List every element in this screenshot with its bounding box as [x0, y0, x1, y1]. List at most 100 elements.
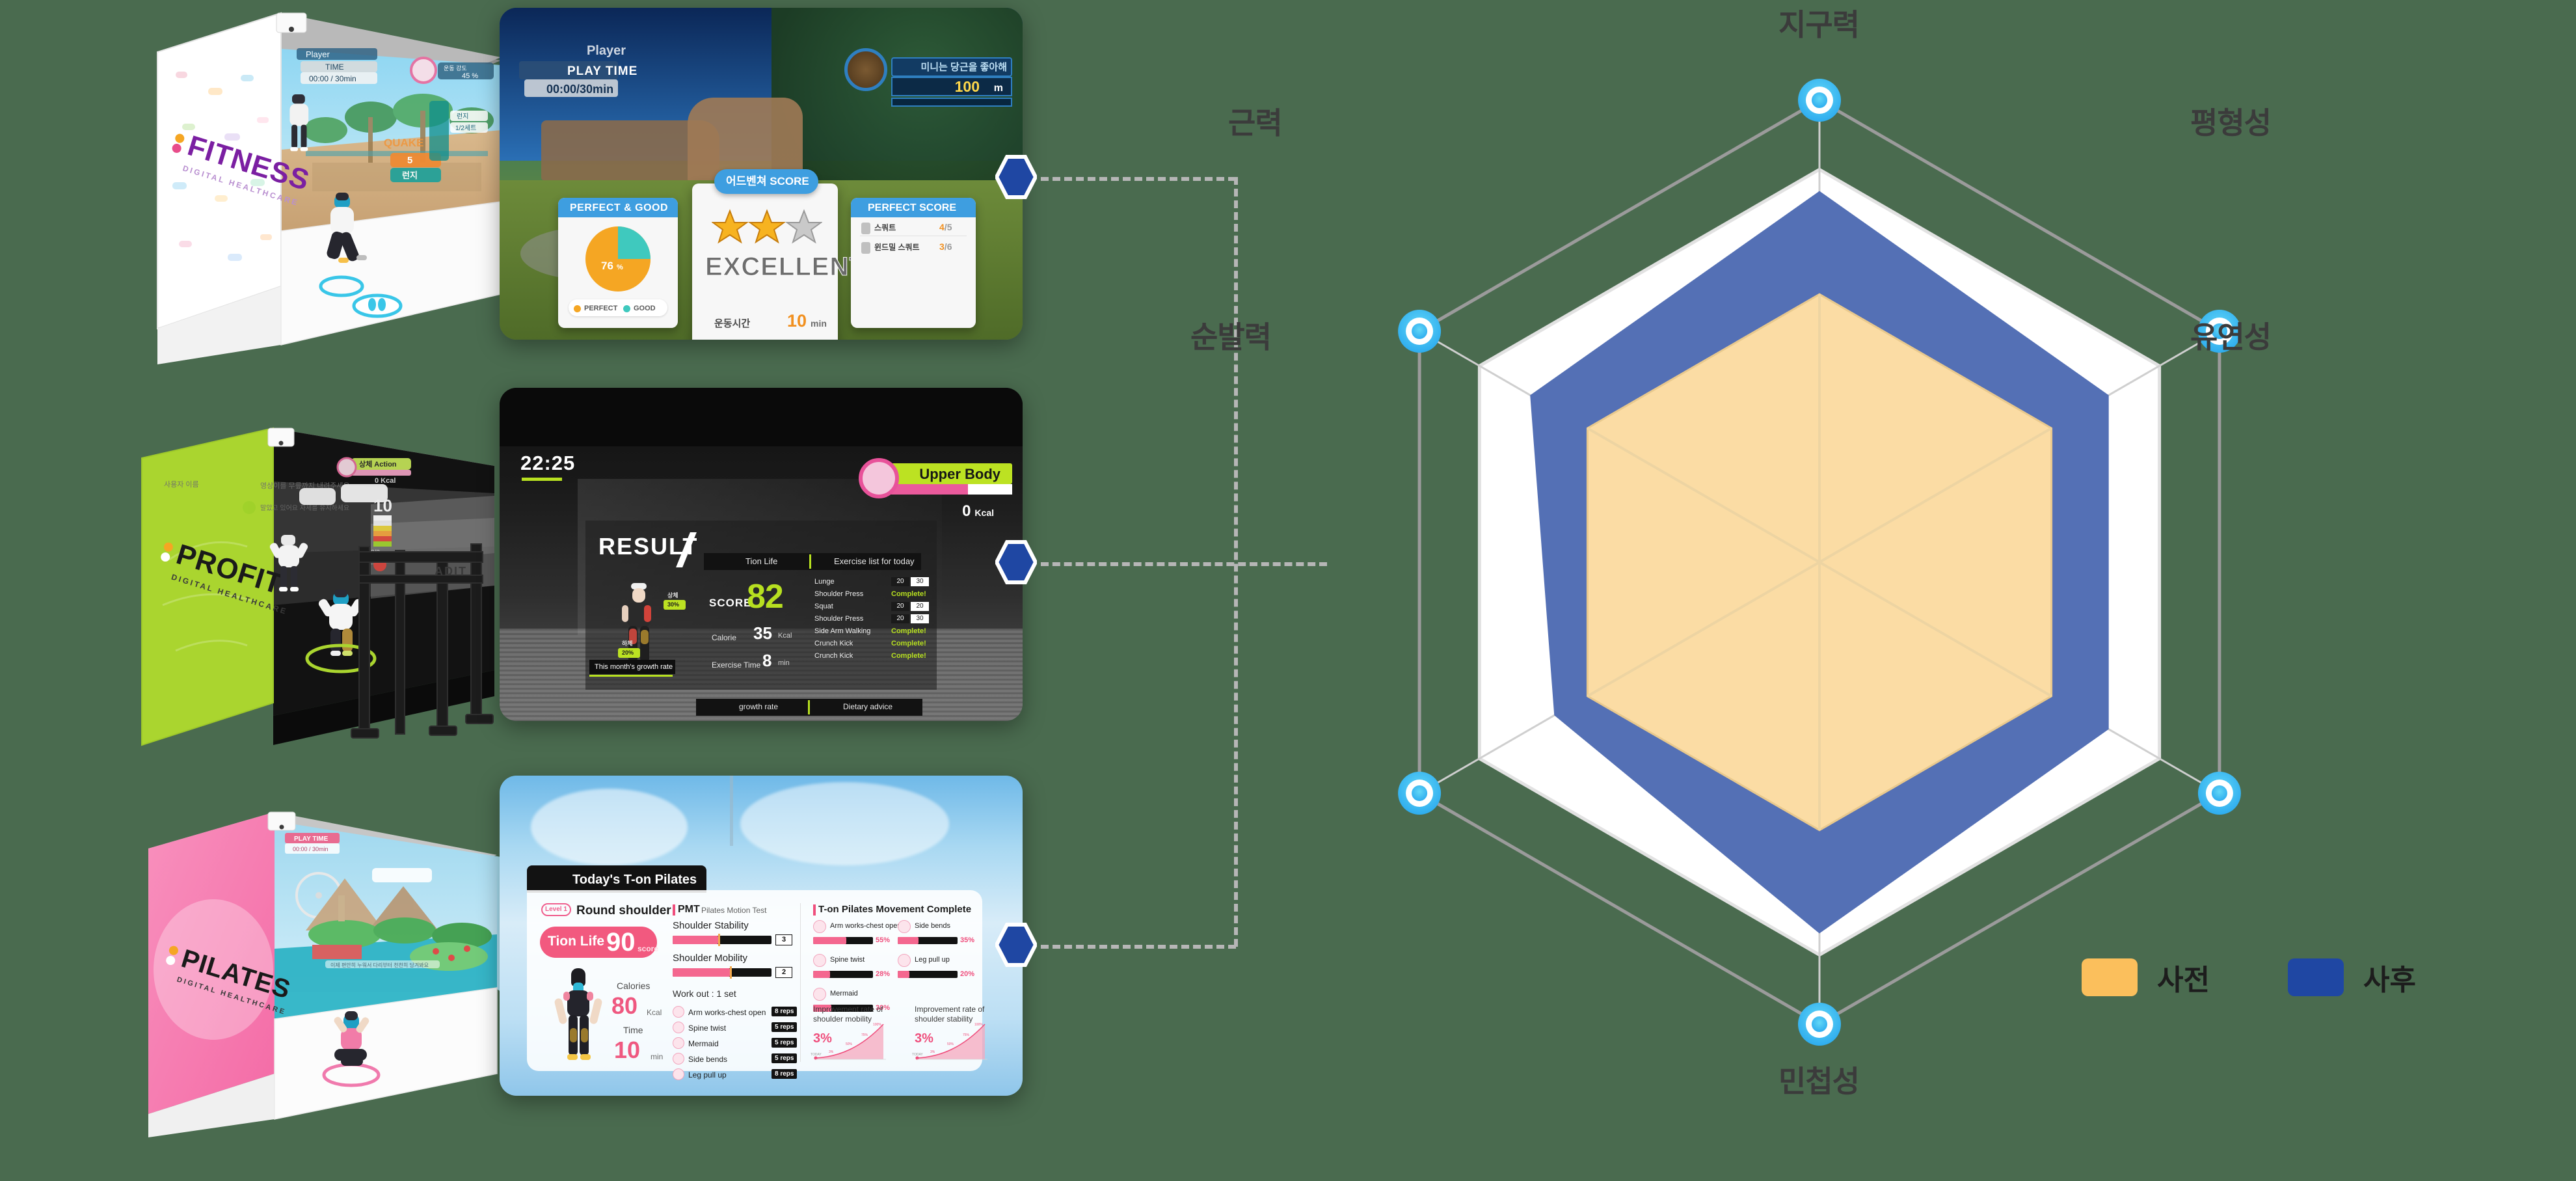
exercise-icon-squat — [861, 223, 870, 234]
complete-rows: Arm works-chest open 55% Side bends 35% … — [813, 920, 976, 1018]
growth-caption: This month's growth rate — [595, 663, 673, 671]
complete-bar — [813, 971, 873, 978]
complete-pct: 28% — [876, 970, 891, 978]
svg-text:TIME: TIME — [325, 62, 344, 72]
connector-node-profit[interactable] — [995, 538, 1037, 586]
connector-dash-trunk — [1234, 177, 1238, 947]
perfect-score-row-0-label: 스쿼트 — [874, 223, 896, 232]
pilates-score-brand: Tion Life — [548, 934, 605, 949]
pilates-score-unit: score — [637, 944, 659, 953]
pilates-metric-0-value: 80 — [611, 992, 638, 1019]
pmt-rows: Shoulder Stability 3 Shoulder Mobility 2 — [673, 920, 796, 985]
hud-play-time-label: PLAY TIME — [567, 64, 638, 78]
workout-icon — [673, 1053, 684, 1065]
exercise-goal: 30 — [911, 614, 929, 623]
exercise-name: Shoulder Press — [814, 615, 864, 623]
exercise-row: Shoulder Press 20 30 — [814, 614, 932, 626]
hud-mission: 미니는 당근을 좋아해 — [920, 62, 1007, 73]
screenshot-adventure[interactable]: Player PLAY TIME 00:00/30min 미니는 당근을 좋아해… — [500, 8, 1023, 340]
exercise-name: Side Arm Walking — [814, 627, 871, 635]
pilates-level-name: Round shoulder — [576, 904, 671, 917]
workout-name: Arm works-chest open — [688, 1008, 766, 1017]
workout-reps: 8 reps — [771, 1007, 798, 1016]
exercise-status: Complete! — [891, 640, 926, 647]
perfect-score-row-1-value: 3/6 — [939, 241, 952, 252]
workout-reps: 5 reps — [771, 1038, 798, 1048]
exercise-row: Crunch Kick Complete! — [814, 638, 932, 651]
pilates-metric-1-unit: min — [651, 1052, 664, 1061]
workout-icon — [673, 1006, 684, 1018]
legend-dot-perfect — [574, 305, 581, 312]
svg-text:사용자 이름: 사용자 이름 — [164, 480, 199, 489]
pmt-label: Shoulder Mobility — [673, 953, 748, 964]
booth-fitness: FITNESS DIGITAL HEALTHCARE Player TIME 0… — [111, 0, 514, 403]
svg-text:00:00 / 30min: 00:00 / 30min — [309, 74, 356, 83]
svg-text:45 %: 45 % — [462, 72, 478, 80]
stars-rating — [712, 209, 822, 244]
workout-name: Side bends — [688, 1055, 728, 1064]
result-tab-left[interactable]: Tion Life — [745, 557, 777, 565]
pilates-title: Today's T-on Pilates — [572, 873, 697, 887]
booth-pilates: PILATES DIGITAL HEALTHCARE PLAY TIME 00:… — [111, 781, 514, 1145]
connector-dash-bottom — [1041, 945, 1236, 949]
result-tab-right[interactable]: Exercise list for today — [834, 557, 915, 565]
complete-name: Side bends — [915, 922, 951, 930]
avatar-tag-1-label: 하체 — [622, 640, 633, 647]
card-perfect-good: PERFECT & GOOD 76 % PERFECT GOOD — [558, 198, 678, 328]
exercise-goal: 20 — [911, 602, 929, 611]
exercise-list: Lunge 20 30 Shoulder Press Complete! Squat… — [814, 577, 932, 663]
grade-excellent: EXCELLENT — [705, 252, 866, 281]
svg-text:100%: 100% — [873, 1023, 881, 1027]
pmt-subtitle: Pilates Motion Test — [701, 906, 767, 915]
result-tab2-left[interactable]: growth rate — [739, 703, 778, 711]
exercise-done: 20 — [891, 577, 909, 586]
exercise-row: Shoulder Press Complete! — [814, 589, 932, 601]
workout-reps: 5 reps — [771, 1022, 798, 1032]
legend-label-good: GOOD — [634, 305, 656, 312]
connector-node-pilates[interactable] — [995, 921, 1037, 969]
complete-name: Mermaid — [830, 990, 858, 998]
pilates-metric-0-label: Calories — [617, 981, 651, 991]
exercise-row: Squat 20 20 — [814, 601, 932, 614]
hud-body-part: Upper Body — [919, 466, 1000, 482]
booth-profit: PROFIT DIGITAL HEALTHCARE 사용자 이름 영상이를 무릎… — [65, 390, 514, 755]
pilates-metric-1-label: Time — [623, 1025, 643, 1035]
complete-pct: 35% — [960, 936, 975, 944]
screenshot-pilates[interactable]: Today's T-on Pilates Level 1 Round shoul… — [500, 776, 1023, 1096]
diagram-canvas: FITNESS DIGITAL HEALTHCARE Player TIME 0… — [0, 0, 2576, 1181]
result-tab2-right[interactable]: Dietary advice — [843, 703, 892, 711]
row-value-exercise-time: 10 — [787, 311, 807, 331]
exercise-row: Lunge 20 30 — [814, 577, 932, 589]
exercise-done: 20 — [891, 614, 909, 623]
svg-text:이제 편안히 누워서 다리부터 천천히 당겨봐요: 이제 편안히 누워서 다리부터 천천히 당겨봐요 — [330, 962, 429, 968]
svg-text:ADIT: ADIT — [435, 565, 467, 578]
perfect-score-row-1-label: 윈드밀 스쿼트 — [874, 243, 920, 252]
workout-icon — [673, 1068, 684, 1080]
complete-bar — [898, 937, 958, 944]
axis-label-1: 평형성 — [2190, 106, 2272, 140]
badge-adventure-score: 어드벤쳐 SCORE — [726, 175, 809, 187]
workout-name: Mermaid — [688, 1039, 719, 1048]
exercise-row: Crunch Kick Complete! — [814, 651, 932, 663]
screenshot-result[interactable]: 22:25 Upper Body 0 Kcal RESULT Tion Life … — [500, 388, 1023, 721]
complete-pct: 20% — [960, 970, 975, 978]
radar-vertex-marker — [1798, 1003, 1841, 1046]
pmt-value: 2 — [775, 967, 792, 978]
connector-node-fitness[interactable] — [995, 153, 1037, 201]
exercise-status: Complete! — [891, 627, 926, 635]
svg-text:QUAKE: QUAKE — [384, 137, 423, 149]
pmt-row: Shoulder Mobility 2 — [673, 953, 796, 985]
svg-text:50%: 50% — [947, 1042, 954, 1046]
stat-0-label: SCORE — [709, 597, 752, 609]
hud-distance-unit: m — [993, 83, 1003, 94]
exercise-status: Complete! — [891, 652, 926, 660]
svg-text:75%: 75% — [963, 1033, 970, 1037]
pmt-value: 3 — [775, 934, 792, 945]
workout-icon — [673, 1037, 684, 1049]
complete-pct: 55% — [876, 936, 891, 944]
complete-name: Arm works-chest open — [830, 922, 902, 930]
avatar-tag-0-label: 상체 — [667, 592, 678, 599]
exercise-status: Complete! — [891, 590, 926, 598]
legend-label-perfect: PERFECT — [584, 305, 618, 312]
hud-clock: 22:25 — [520, 452, 576, 474]
